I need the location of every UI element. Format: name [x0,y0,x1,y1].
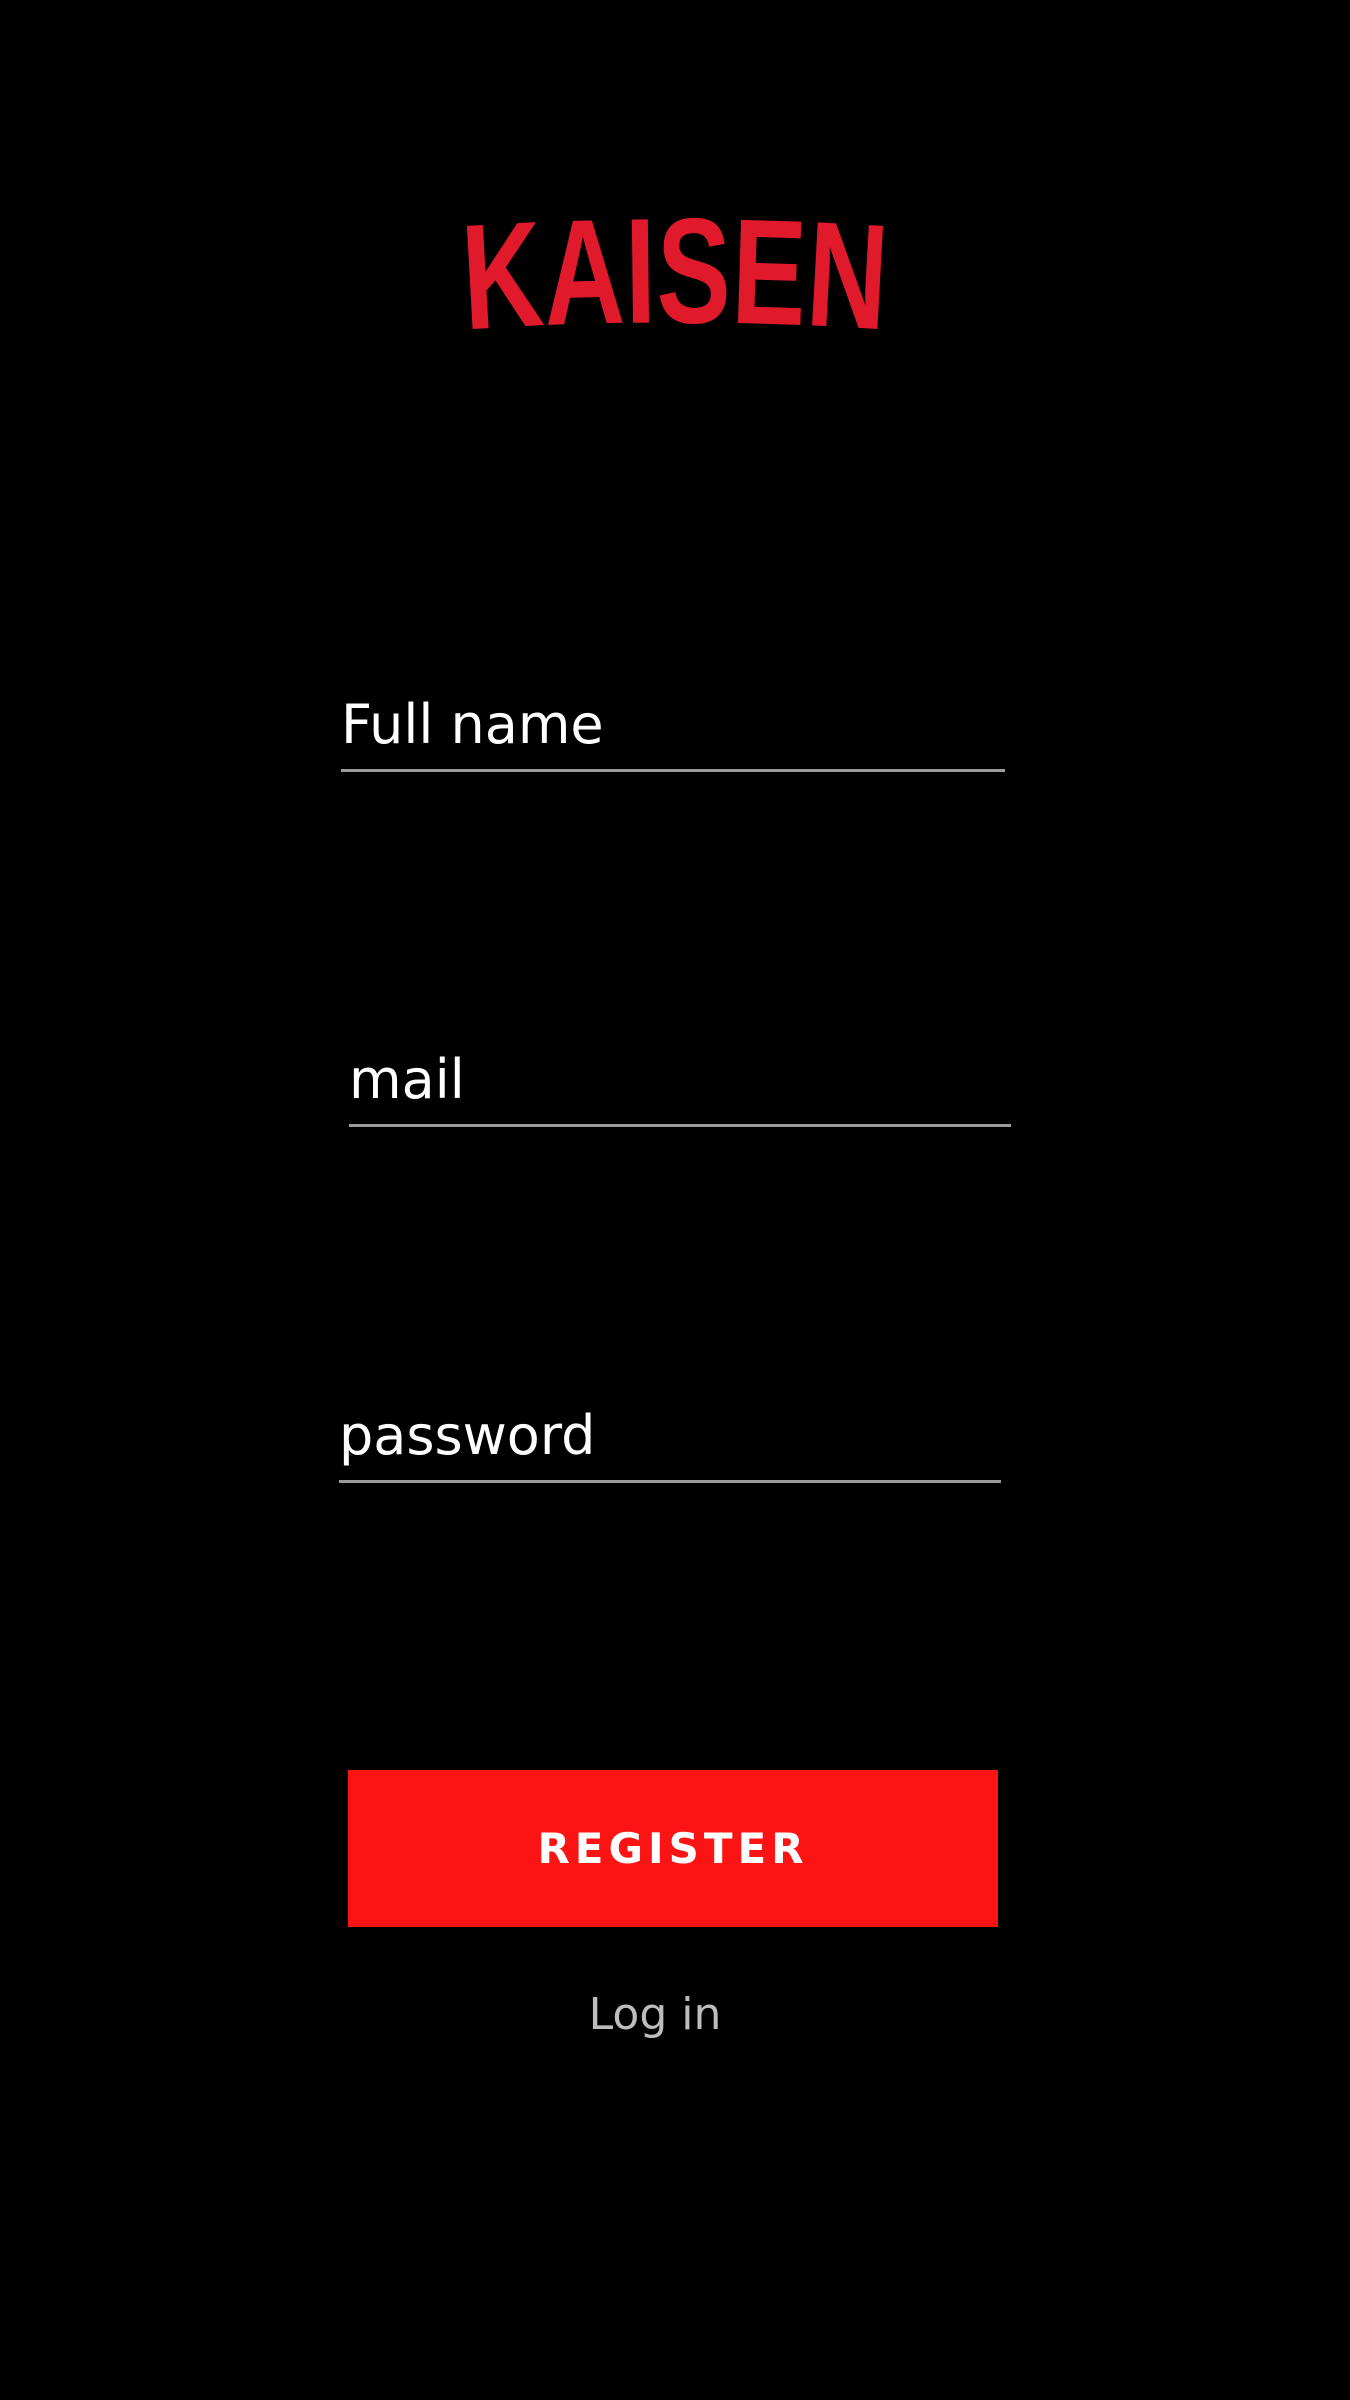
kaisen-logo: KAISEN [450,170,900,360]
login-link[interactable]: Log in [475,1980,835,2050]
svg-text:KAISEN: KAISEN [458,186,893,360]
mail-input[interactable] [349,1046,1011,1112]
mail-field [349,1046,1011,1127]
password-field [339,1402,1001,1483]
full-name-field [341,691,1005,772]
password-input[interactable] [339,1402,1001,1468]
register-button[interactable]: REGISTER [348,1770,998,1927]
full-name-input[interactable] [341,691,1005,757]
